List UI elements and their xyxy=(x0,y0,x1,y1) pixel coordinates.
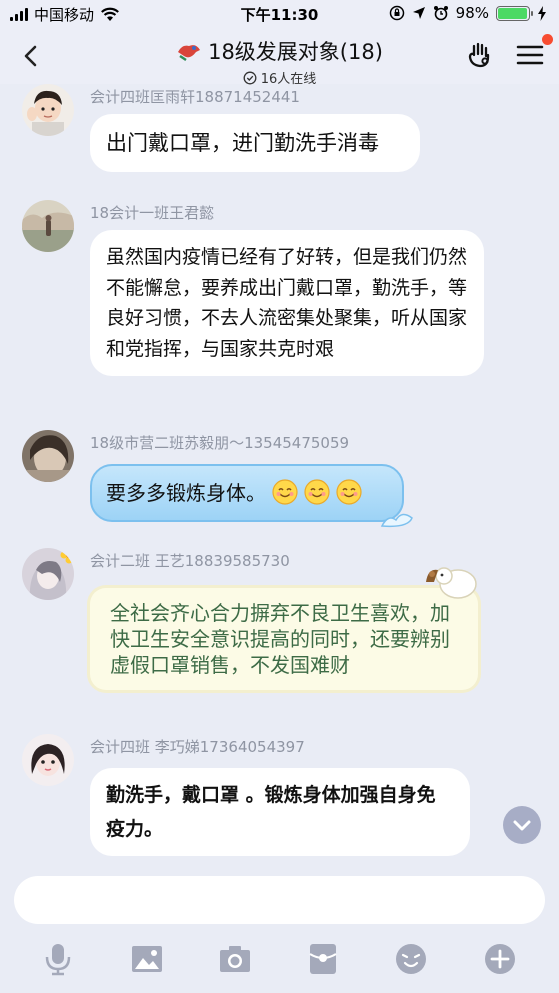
group-avatar-icon xyxy=(178,45,201,62)
more-button[interactable] xyxy=(483,942,517,976)
menu-icon xyxy=(516,45,544,65)
rotation-lock-icon xyxy=(389,5,404,21)
avatar[interactable] xyxy=(22,200,74,252)
message-bubble[interactable]: 要多多锻炼身体。 xyxy=(90,464,413,528)
smile-emoji-icon xyxy=(336,479,362,505)
message-bubble[interactable]: 出门戴口罩，进门勤洗手消毒 xyxy=(90,114,420,172)
message-bubble[interactable]: 全社会齐心合力摒弃不良卫生喜欢，加快卫生安全意识提高的同时，还要辨别虚假口罩销售… xyxy=(90,588,478,690)
chevron-down-icon xyxy=(513,820,531,831)
scroll-to-bottom-button[interactable] xyxy=(503,806,541,844)
sender-name: 会计四班 李巧娣17364054397 xyxy=(90,738,305,756)
message-bubble[interactable]: 勤洗手，戴口罩 。锻炼身体加强自身免疫力。 xyxy=(90,768,470,856)
notification-dot xyxy=(542,34,553,45)
online-check-icon xyxy=(243,71,257,84)
avatar[interactable] xyxy=(22,548,74,600)
message-input[interactable] xyxy=(14,876,545,924)
red-packet-button[interactable] xyxy=(306,942,340,976)
smile-emoji-icon xyxy=(272,479,298,505)
sender-name: 会计二班 王艺18839585730 xyxy=(90,552,290,570)
smile-emoji-icon xyxy=(304,479,330,505)
sender-name: 会计四班匡雨轩18871452441 xyxy=(90,88,300,106)
sheep-decoration-icon xyxy=(426,567,477,599)
nav-bar: 18级发展对象(18) 16人在线 xyxy=(0,28,559,87)
red-packet-icon xyxy=(309,944,337,974)
sender-name: 18级市营二班苏毅朋～13545475059 xyxy=(90,434,350,452)
sender-name: 18会计一班王君懿 xyxy=(90,204,215,222)
message-list[interactable]: 会计四班匡雨轩18871452441 出门戴口罩，进门勤洗手消毒 18会计一班王… xyxy=(0,84,559,864)
emoji-button[interactable] xyxy=(394,942,428,976)
plus-icon xyxy=(485,944,515,974)
voice-button[interactable] xyxy=(41,942,75,976)
image-icon xyxy=(132,946,162,972)
wave-decoration-icon xyxy=(380,513,413,528)
emoji-icon xyxy=(396,944,426,974)
camera-icon xyxy=(220,946,250,972)
battery-icon xyxy=(496,5,533,21)
avatar[interactable] xyxy=(22,734,74,786)
status-bar: 中国移动 下午11:30 98% xyxy=(0,0,559,28)
page-title: 18级发展对象(18) xyxy=(208,40,383,64)
alarm-icon xyxy=(433,6,448,21)
microphone-icon xyxy=(45,944,71,976)
message-bubble[interactable]: 虽然国内疫情已经有了好转，但是我们仍然不能懈怠，要养成出门戴口罩，勤洗手，等良好… xyxy=(90,230,484,376)
message-text: 要多多锻炼身体。 xyxy=(106,481,266,505)
location-icon xyxy=(412,7,425,19)
input-toolbar xyxy=(0,942,559,982)
avatar[interactable] xyxy=(22,430,74,482)
avatar[interactable] xyxy=(22,84,74,136)
hand-gesture-icon[interactable] xyxy=(465,40,495,70)
flower-badge-icon xyxy=(60,548,74,564)
charging-icon xyxy=(538,5,546,21)
menu-button[interactable] xyxy=(515,34,553,70)
image-button[interactable] xyxy=(130,942,164,976)
input-area xyxy=(0,864,559,993)
battery-percent: 98% xyxy=(455,4,489,22)
camera-button[interactable] xyxy=(218,942,252,976)
